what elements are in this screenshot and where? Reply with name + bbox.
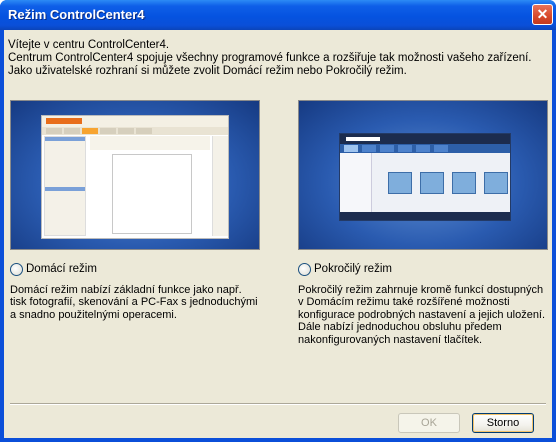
footer-separator [10,403,546,405]
window-border-bottom [0,438,556,442]
cancel-button[interactable]: Storno [472,413,534,433]
close-icon: ✕ [536,6,549,22]
window-title: Režim ControlCenter4 [8,7,145,22]
home-mode-radio-label[interactable]: Domácí režim [26,263,97,275]
advanced-mode-radio[interactable]: Pokročilý režim [298,262,458,278]
dialog-body: Vítejte v centru ControlCenter4. Centrum… [4,30,552,438]
advanced-mode-preview-image [298,100,548,250]
home-mode-screenshot [41,115,229,239]
advanced-mode-description: Pokročilý režim zahrnuje kromě funkcí do… [298,284,546,346]
home-mode-radio-button[interactable] [10,263,23,276]
advanced-mode-radio-button[interactable] [298,263,311,276]
intro-line-choice: Jako uživatelské rozhraní si můžete zvol… [8,65,407,77]
home-mode-preview-image [10,100,260,250]
intro-line-welcome: Vítejte v centru ControlCenter4. [8,39,170,51]
home-mode-radio[interactable]: Domácí režim [10,262,170,278]
window-border-right [552,30,556,442]
ok-button[interactable]: OK [398,413,460,433]
advanced-mode-radio-label[interactable]: Pokročilý režim [314,263,392,275]
intro-text: Vítejte v centru ControlCenter4. Centrum… [8,39,548,78]
intro-line-description: Centrum ControlCenter4 spojuje všechny p… [8,52,532,64]
close-button[interactable]: ✕ [532,4,553,25]
title-bar[interactable]: Režim ControlCenter4 ✕ [0,0,556,30]
home-mode-description: Domácí režim nabízí základní funkce jako… [10,284,258,321]
dialog-window: Režim ControlCenter4 ✕ Vítejte v centru … [0,0,556,442]
advanced-mode-screenshot [339,133,511,221]
